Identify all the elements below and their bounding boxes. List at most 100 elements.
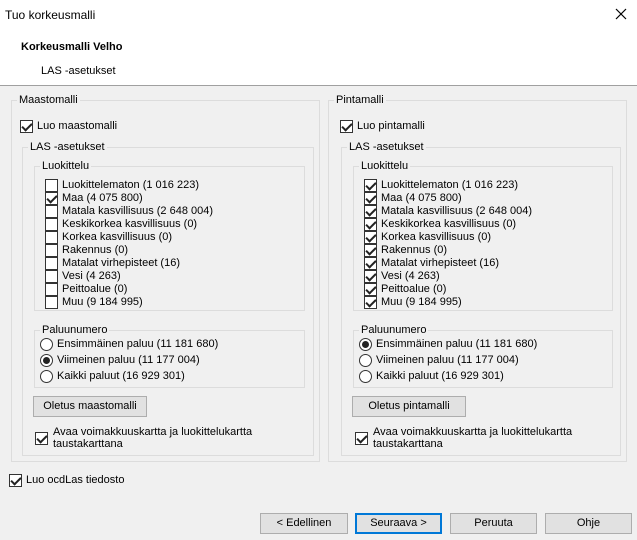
radio-button[interactable] xyxy=(40,338,53,351)
return-label: Kaikki paluut (16 929 301) xyxy=(376,370,504,382)
window-title: Tuo korkeusmalli xyxy=(5,8,96,22)
class-label: Muu (9 184 995) xyxy=(381,296,462,308)
title-bar: Tuo korkeusmalli xyxy=(0,0,637,30)
class-checkbox[interactable]: Matala kasvillisuus (2 648 004) xyxy=(45,205,213,218)
class-checkbox[interactable]: Luokittelematon (1 016 223) xyxy=(45,179,199,192)
terrain-return-label: Paluunumero xyxy=(40,323,110,337)
checkbox[interactable] xyxy=(364,270,377,283)
create-terrain-box[interactable] xyxy=(20,120,33,133)
return-radio[interactable]: Kaikki paluut (16 929 301) xyxy=(359,370,504,383)
return-label: Ensimmäinen paluu (11 181 680) xyxy=(57,338,219,350)
surface-las-label: LAS -asetukset xyxy=(347,140,426,154)
class-checkbox[interactable]: Peittoalue (0) xyxy=(364,283,446,296)
class-label: Rakennus (0) xyxy=(381,244,448,256)
class-checkbox[interactable]: Maa (4 075 800) xyxy=(45,192,143,205)
checkbox[interactable] xyxy=(45,296,58,309)
checkbox[interactable] xyxy=(45,270,58,283)
close-icon[interactable] xyxy=(612,5,630,23)
create-surface-model-checkbox[interactable]: Luo pintamalli xyxy=(340,120,425,133)
surface-open-maps-box[interactable] xyxy=(355,432,368,445)
class-label: Maa (4 075 800) xyxy=(62,192,143,204)
checkbox[interactable] xyxy=(364,231,377,244)
class-label: Matalat virhepisteet (16) xyxy=(381,257,499,269)
class-checkbox[interactable]: Korkea kasvillisuus (0) xyxy=(45,231,172,244)
checkbox[interactable] xyxy=(45,205,58,218)
class-checkbox[interactable]: Vesi (4 263) xyxy=(364,270,440,283)
help-button[interactable]: Ohje xyxy=(545,513,632,534)
create-terrain-model-checkbox[interactable]: Luo maastomalli xyxy=(20,120,117,133)
checkbox[interactable] xyxy=(364,283,377,296)
class-checkbox[interactable]: Vesi (4 263) xyxy=(45,270,121,283)
class-checkbox[interactable]: Keskikorkea kasvillisuus (0) xyxy=(364,218,516,231)
class-checkbox[interactable]: Peittoalue (0) xyxy=(45,283,127,296)
return-label: Viimeinen paluu (11 177 004) xyxy=(57,354,200,366)
class-label: Matalat virhepisteet (16) xyxy=(62,257,180,269)
return-radio[interactable]: Ensimmäinen paluu (11 181 680) xyxy=(359,338,537,351)
class-label: Matala kasvillisuus (2 648 004) xyxy=(381,205,533,217)
checkbox[interactable] xyxy=(364,244,377,257)
class-label: Matala kasvillisuus (2 648 004) xyxy=(62,205,214,217)
class-checkbox[interactable]: Korkea kasvillisuus (0) xyxy=(364,231,491,244)
checkbox[interactable] xyxy=(364,218,377,231)
class-checkbox[interactable]: Luokittelematon (1 016 223) xyxy=(364,179,518,192)
checkbox[interactable] xyxy=(45,192,58,205)
class-checkbox[interactable]: Muu (9 184 995) xyxy=(45,296,143,309)
checkbox[interactable] xyxy=(45,218,58,231)
return-label: Viimeinen paluu (11 177 004) xyxy=(376,354,519,366)
class-label: Peittoalue (0) xyxy=(381,283,447,295)
class-checkbox[interactable]: Rakennus (0) xyxy=(45,244,128,257)
return-radio[interactable]: Viimeinen paluu (11 177 004) xyxy=(40,354,200,367)
create-ocdlas-checkbox[interactable]: Luo ocdLas tiedosto xyxy=(9,474,124,487)
radio-button[interactable] xyxy=(359,370,372,383)
class-checkbox[interactable]: Matalat virhepisteet (16) xyxy=(364,257,499,270)
checkbox[interactable] xyxy=(364,179,377,192)
default-surface-button[interactable]: Oletus pintamalli xyxy=(352,396,466,417)
checkbox[interactable] xyxy=(45,244,58,257)
class-label: Keskikorkea kasvillisuus (0) xyxy=(62,218,198,230)
class-checkbox[interactable]: Rakennus (0) xyxy=(364,244,447,257)
return-radio[interactable]: Viimeinen paluu (11 177 004) xyxy=(359,354,519,367)
checkbox[interactable] xyxy=(45,179,58,192)
terrain-model-label: Maastomalli xyxy=(17,93,80,107)
return-radio[interactable]: Kaikki paluut (16 929 301) xyxy=(40,370,185,383)
class-checkbox[interactable]: Matalat virhepisteet (16) xyxy=(45,257,180,270)
class-label: Vesi (4 263) xyxy=(381,270,440,282)
checkbox[interactable] xyxy=(364,257,377,270)
surface-model-label: Pintamalli xyxy=(334,93,386,107)
terrain-las-label: LAS -asetukset xyxy=(28,140,107,154)
class-label: Rakennus (0) xyxy=(62,244,129,256)
radio-button[interactable] xyxy=(40,370,53,383)
wizard-header: Korkeusmalli Velho LAS -asetukset xyxy=(0,30,637,86)
checkbox[interactable] xyxy=(45,283,58,296)
cancel-button[interactable]: Peruuta xyxy=(450,513,537,534)
terrain-open-maps-box[interactable] xyxy=(35,432,48,445)
radio-button[interactable] xyxy=(359,338,372,351)
back-button[interactable]: < Edellinen xyxy=(260,513,348,534)
class-label: Keskikorkea kasvillisuus (0) xyxy=(381,218,517,230)
radio-button[interactable] xyxy=(359,354,372,367)
class-label: Luokittelematon (1 016 223) xyxy=(62,179,199,191)
page-title: Korkeusmalli Velho xyxy=(21,41,123,53)
next-button[interactable]: Seuraava > xyxy=(355,513,442,534)
radio-button[interactable] xyxy=(40,354,53,367)
checkbox[interactable] xyxy=(45,231,58,244)
return-label: Ensimmäinen paluu (11 181 680) xyxy=(376,338,538,350)
checkbox[interactable] xyxy=(364,296,377,309)
class-label: Luokittelematon (1 016 223) xyxy=(381,179,518,191)
create-ocdlas-box[interactable] xyxy=(9,474,22,487)
default-terrain-button[interactable]: Oletus maastomalli xyxy=(33,396,147,417)
class-label: Maa (4 075 800) xyxy=(381,192,462,204)
class-checkbox[interactable]: Maa (4 075 800) xyxy=(364,192,462,205)
class-label: Korkea kasvillisuus (0) xyxy=(381,231,492,243)
class-label: Peittoalue (0) xyxy=(62,283,128,295)
checkbox[interactable] xyxy=(45,257,58,270)
surface-class-label: Luokittelu xyxy=(359,159,411,173)
class-checkbox[interactable]: Matala kasvillisuus (2 648 004) xyxy=(364,205,532,218)
surface-return-label: Paluunumero xyxy=(359,323,429,337)
return-radio[interactable]: Ensimmäinen paluu (11 181 680) xyxy=(40,338,218,351)
class-checkbox[interactable]: Muu (9 184 995) xyxy=(364,296,462,309)
class-checkbox[interactable]: Keskikorkea kasvillisuus (0) xyxy=(45,218,197,231)
create-surface-box[interactable] xyxy=(340,120,353,133)
checkbox[interactable] xyxy=(364,192,377,205)
checkbox[interactable] xyxy=(364,205,377,218)
